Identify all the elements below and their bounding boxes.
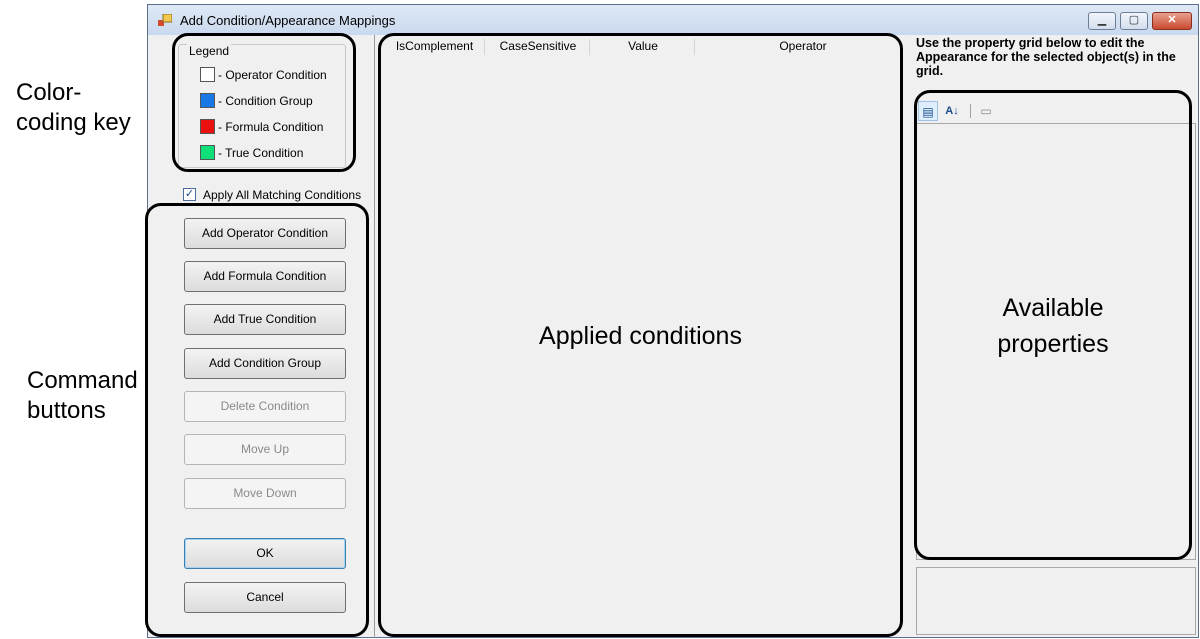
move-up-button[interactable]: Move Up [184, 434, 346, 465]
legend-title: Legend [187, 44, 232, 58]
minimize-button[interactable]: ▁ [1088, 12, 1116, 30]
move-down-button[interactable]: Move Down [184, 478, 346, 509]
property-description-pane [916, 567, 1196, 635]
add-true-condition-button[interactable]: Add True Condition [184, 304, 346, 335]
check-icon: ✓ [184, 188, 195, 200]
column-header-operator[interactable]: Operator [697, 39, 909, 55]
property-grid-instructions: Use the property grid below to edit the … [916, 36, 1176, 78]
true-color-swatch [200, 145, 215, 160]
available-properties-annotation: Available properties [914, 290, 1192, 362]
title-bar[interactable]: Add Condition/Appearance Mappings ▁ ▢ ✕ [148, 5, 1198, 35]
legend-label: - True Condition [218, 146, 304, 160]
legend-label: - Formula Condition [218, 120, 324, 134]
column-header-iscomplement[interactable]: IsComplement [385, 39, 485, 55]
cancel-button[interactable]: Cancel [184, 582, 346, 613]
apply-all-label[interactable]: Apply All Matching Conditions [203, 188, 361, 202]
column-header-casesensitive[interactable]: CaseSensitive [487, 39, 590, 55]
annotation-text: Color- [16, 79, 82, 106]
app-icon [158, 14, 172, 26]
annotation-text: Available [1002, 294, 1104, 322]
legend-label: - Operator Condition [218, 68, 327, 82]
maximize-icon: ▢ [1128, 14, 1140, 26]
property-pages-icon: ▭ [980, 104, 992, 118]
delete-condition-button[interactable]: Delete Condition [184, 391, 346, 422]
annotation-text: properties [997, 330, 1109, 358]
operator-color-swatch [200, 67, 215, 82]
add-formula-condition-button[interactable]: Add Formula Condition [184, 261, 346, 292]
color-coding-key-annotation: Color- coding key [16, 78, 131, 138]
toolbar-separator [970, 104, 971, 118]
sort-alphabetical-icon: A↓ [945, 105, 959, 117]
maximize-button[interactable]: ▢ [1120, 12, 1148, 30]
applied-conditions-annotation: Applied conditions [539, 322, 742, 350]
alphabetical-button[interactable]: A↓ [942, 101, 962, 121]
property-pages-button[interactable]: ▭ [976, 101, 996, 121]
categorized-button[interactable]: ▤ [918, 101, 938, 121]
close-button[interactable]: ✕ [1152, 12, 1192, 30]
close-icon: ✕ [1167, 14, 1177, 26]
apply-all-checkbox[interactable]: ✓ [183, 188, 196, 201]
annotation-text: buttons [27, 397, 106, 424]
group-color-swatch [200, 93, 215, 108]
command-buttons-annotation: Command buttons [27, 366, 138, 426]
add-condition-group-button[interactable]: Add Condition Group [184, 348, 346, 379]
add-operator-condition-button[interactable]: Add Operator Condition [184, 218, 346, 249]
minimize-icon: ▁ [1097, 14, 1107, 26]
categorized-icon: ▤ [922, 105, 934, 119]
annotation-text: Command [27, 367, 138, 394]
window-title: Add Condition/Appearance Mappings [180, 13, 396, 28]
annotation-text: coding key [16, 109, 131, 136]
legend-label: - Condition Group [218, 94, 313, 108]
formula-color-swatch [200, 119, 215, 134]
column-header-value[interactable]: Value [592, 39, 695, 55]
ok-button[interactable]: OK [184, 538, 346, 569]
